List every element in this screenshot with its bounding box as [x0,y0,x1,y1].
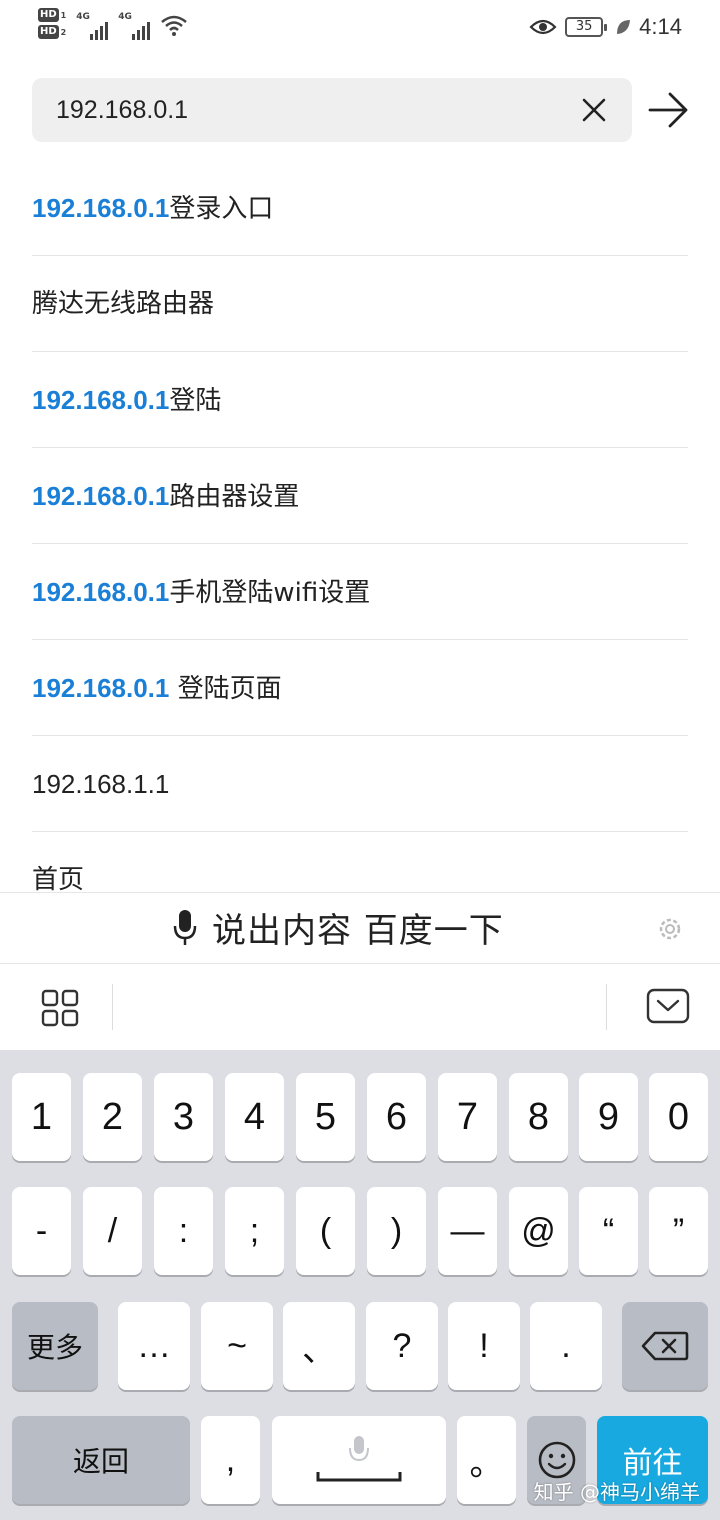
hd1-label: HD [38,8,59,22]
wifi-icon [161,15,188,36]
key-2[interactable]: 2 [83,1073,142,1161]
hide-keyboard-icon[interactable] [646,988,690,1024]
signal-2-icon: 4G [118,8,151,40]
key-right-paren[interactable]: ) [367,1187,426,1275]
suggestion-text: 首页 [32,865,85,892]
backspace-icon [641,1331,689,1361]
key-7[interactable]: 7 [438,1073,497,1161]
key-ellipsis[interactable]: … [118,1302,190,1390]
keyboard-toolbar [0,964,720,1050]
search-input[interactable] [56,78,556,142]
backspace-key[interactable] [622,1302,708,1390]
key-semicolon[interactable]: ; [225,1187,284,1275]
suggestion-list: 192.168.0.1登录入口 腾达无线路由器 192.168.0.1登陆 19… [0,160,720,892]
space-key[interactable] [272,1416,446,1504]
microphone-icon [173,909,197,945]
suggestion-highlight: 192.168.0.1 [32,673,170,703]
arrow-right-icon[interactable] [646,88,692,132]
hd-indicators: HD 1 HD 2 [38,8,66,39]
battery-indicator: 35 [565,17,608,37]
space-mic-icon [316,1436,402,1482]
key-chinese-period[interactable]: 。 [457,1416,516,1504]
key-enumeration-comma[interactable]: 、 [283,1302,355,1390]
hd2-indicator: HD 2 [38,25,66,39]
suggestion-highlight: 192.168.0.1 [32,385,170,415]
key-6[interactable]: 6 [367,1073,426,1161]
keyboard: 1 2 3 4 5 6 7 8 9 0 - / : ; ( ) — @ “ ” … [0,1050,720,1520]
emoji-icon [538,1441,575,1479]
hd1-num: 1 [60,10,67,20]
suggestion-text: 手机登陆wifi设置 [169,578,371,608]
key-hyphen[interactable]: - [12,1187,71,1275]
key-3[interactable]: 3 [154,1073,213,1161]
key-question[interactable]: ? [366,1302,438,1390]
key-4[interactable]: 4 [225,1073,284,1161]
suggestion-item[interactable]: 192.168.1.1 [32,736,688,832]
search-box[interactable] [32,78,632,142]
suggestion-item[interactable]: 192.168.0.1登录入口 [32,160,688,256]
key-exclamation[interactable]: ! [448,1302,520,1390]
key-5[interactable]: 5 [296,1073,355,1161]
suggestion-highlight: 192.168.0.1 [32,193,170,223]
clear-icon[interactable] [576,92,612,128]
key-8[interactable]: 8 [509,1073,568,1161]
toolbar-divider [606,984,607,1030]
key-0[interactable]: 0 [649,1073,708,1161]
back-key[interactable]: 返回 [12,1416,190,1504]
suggestion-highlight: 192.168.0.1 [32,577,170,607]
key-at[interactable]: @ [509,1187,568,1275]
suggestion-highlight: 192.168.0.1 [32,481,170,511]
key-dash[interactable]: — [438,1187,497,1275]
status-bar: HD 1 HD 2 4G 4G 35 4:14 [0,0,720,62]
key-left-paren[interactable]: ( [296,1187,355,1275]
suggestion-text: 192.168.1.1 [32,769,170,799]
gear-icon[interactable] [656,915,684,943]
toolbar-divider [112,984,113,1030]
voice-search-button[interactable]: 说出内容 百度一下 [172,903,504,952]
key-comma[interactable]: , [201,1416,260,1504]
status-left: HD 1 HD 2 4G 4G [38,8,188,40]
clock: 4:14 [639,14,682,39]
hd2-label: HD [38,25,59,39]
voice-search-label: 说出内容 百度一下 [212,911,504,951]
more-symbols-key[interactable]: 更多 [12,1302,98,1390]
hd1-indicator: HD 1 [38,8,66,22]
suggestion-item[interactable]: 192.168.0.1登陆 [32,352,688,448]
suggestion-item[interactable]: 腾达无线路由器 [32,256,688,352]
suggestion-item[interactable]: 首页 [32,832,688,892]
key-left-quote[interactable]: “ [579,1187,638,1275]
key-slash[interactable]: / [83,1187,142,1275]
hd2-num: 2 [60,27,67,37]
net2-label: 4G [118,12,132,22]
suggestion-text: 登陆 [169,386,222,416]
grid-menu-icon[interactable] [40,988,80,1028]
suggestion-item[interactable]: 192.168.0.1路由器设置 [32,448,688,544]
net1-label: 4G [76,12,90,22]
voice-search-bar[interactable]: 说出内容 百度一下 [0,892,720,964]
suggestion-text: 腾达无线路由器 [32,289,215,319]
key-1[interactable]: 1 [12,1073,71,1161]
eye-comfort-icon [529,19,557,35]
key-colon[interactable]: : [154,1187,213,1275]
suggestion-text: 路由器设置 [169,482,300,512]
key-9[interactable]: 9 [579,1073,638,1161]
suggestion-text: 登录入口 [169,194,274,224]
key-right-quote[interactable]: ” [649,1187,708,1275]
suggestion-text: 登陆页面 [169,674,282,704]
status-right: 35 4:14 [529,14,682,40]
power-saving-leaf-icon [617,20,631,34]
key-period[interactable]: . [530,1302,602,1390]
watermark: 知乎 @神马小绵羊 [533,1480,700,1504]
key-tilde[interactable]: ~ [201,1302,273,1390]
suggestion-item[interactable]: 192.168.0.1手机登陆wifi设置 [32,544,688,640]
signal-1-icon: 4G [76,8,109,40]
suggestion-item[interactable]: 192.168.0.1 登陆页面 [32,640,688,736]
